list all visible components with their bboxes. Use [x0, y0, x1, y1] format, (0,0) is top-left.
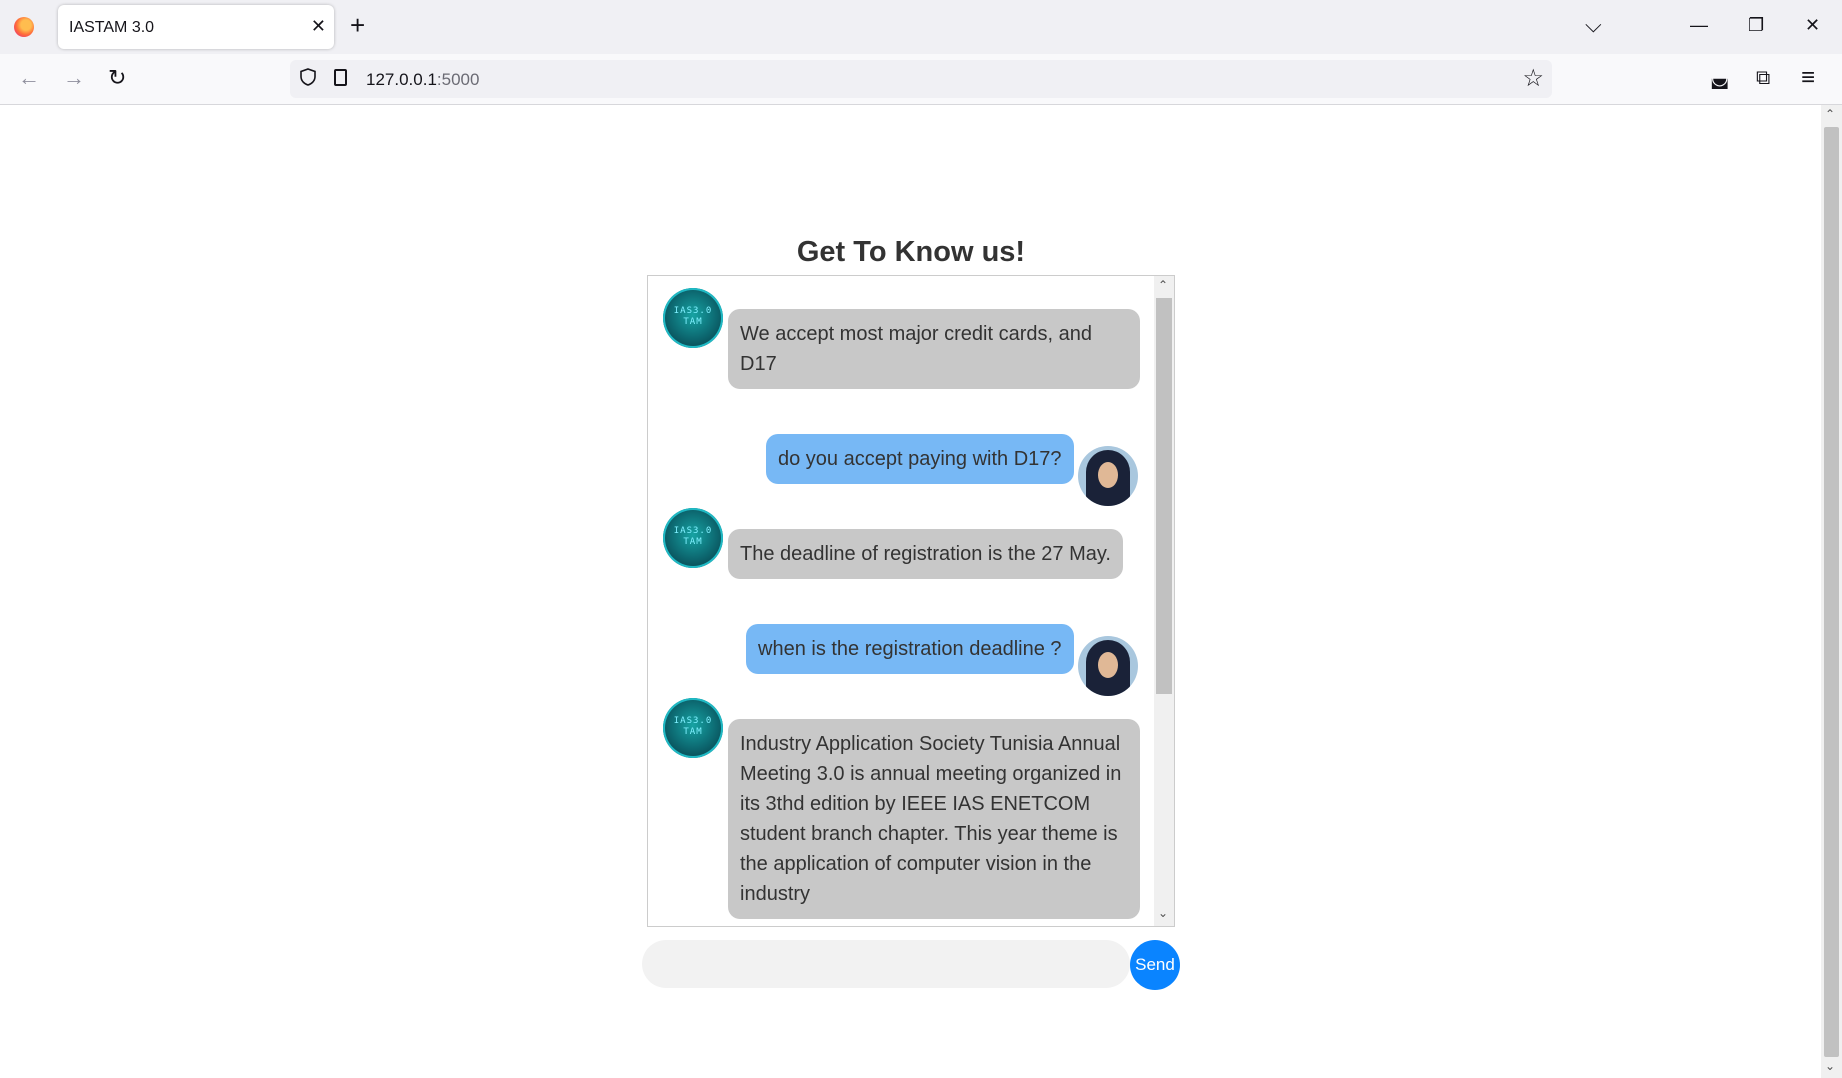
tab-title: IASTAM 3.0 — [69, 19, 155, 36]
bot-avatar: IAS3.0 TAM — [663, 288, 723, 348]
url-host: 127.0.0.1 — [366, 70, 437, 89]
reload-button[interactable]: ↻ — [108, 64, 126, 92]
bookmark-star-icon[interactable]: ☆ — [1522, 65, 1544, 93]
page-scrollbar[interactable]: ⌃ ⌄ — [1821, 105, 1842, 1078]
bot-logo-text: IAS3.0 TAM — [673, 716, 713, 737]
scroll-down-arrow-icon[interactable]: ⌄ — [1825, 1059, 1835, 1073]
pocket-icon[interactable]: ◛ — [1710, 64, 1729, 92]
chat-scroll-up-icon[interactable]: ⌃ — [1158, 278, 1168, 292]
bot-message: The deadline of registration is the 27 M… — [728, 529, 1123, 579]
bot-avatar: IAS3.0 TAM — [663, 698, 723, 758]
url-text[interactable]: 127.0.0.1:5000 — [366, 70, 479, 90]
page-title: Get To Know us! — [796, 236, 1026, 268]
chat-scroll-down-icon[interactable]: ⌄ — [1158, 906, 1168, 920]
forward-button[interactable]: → — [63, 64, 85, 92]
list-all-tabs-icon[interactable]: ⌵ — [1585, 12, 1602, 38]
url-port: :5000 — [436, 70, 480, 89]
bot-message: We accept most major credit cards, and D… — [728, 309, 1140, 389]
message-input[interactable] — [642, 940, 1130, 988]
user-message: when is the registration deadline ? — [746, 624, 1074, 674]
bot-logo-text: IAS3.0 TAM — [673, 526, 713, 547]
tab-close-icon[interactable]: ✕ — [311, 15, 326, 37]
back-button[interactable]: ← — [18, 64, 40, 92]
firefox-icon — [14, 17, 34, 37]
menu-icon[interactable]: ≡ — [1801, 64, 1815, 92]
bot-avatar: IAS3.0 TAM — [663, 508, 723, 568]
user-avatar — [1078, 636, 1138, 696]
bot-logo-text: IAS3.0 TAM — [673, 306, 713, 327]
restore-button[interactable]: ❐ — [1748, 12, 1764, 38]
message-input-row: Send — [642, 940, 1182, 992]
user-message: do you accept paying with D17? — [766, 434, 1074, 484]
shield-icon[interactable] — [300, 68, 316, 86]
user-avatar — [1078, 446, 1138, 506]
minimize-button[interactable]: — — [1690, 12, 1708, 38]
chat-box[interactable]: IAS3.0 TAM We accept most major credit ca… — [647, 275, 1175, 927]
browser-tab-bar: IASTAM 3.0 ✕ + ⌵ — ❐ ✕ — [0, 0, 1842, 54]
new-tab-button[interactable]: + — [350, 10, 365, 40]
bot-message: Industry Application Society Tunisia Ann… — [728, 719, 1140, 919]
url-bar[interactable]: 127.0.0.1:5000 ☆ — [290, 60, 1552, 98]
chat-scrollbar-thumb[interactable] — [1156, 298, 1172, 694]
send-button[interactable]: Send — [1130, 940, 1180, 990]
tab-iastam[interactable]: IASTAM 3.0 ✕ — [58, 5, 334, 49]
scroll-up-arrow-icon[interactable]: ⌃ — [1825, 107, 1835, 121]
page-scrollbar-thumb[interactable] — [1824, 127, 1839, 1057]
extensions-icon[interactable]: ⧉ — [1756, 64, 1770, 92]
page-info-icon[interactable] — [334, 69, 347, 86]
close-window-button[interactable]: ✕ — [1805, 12, 1820, 38]
browser-nav-bar: ← → ↻ 127.0.0.1:5000 ☆ ◛ ⧉ ≡ — [0, 54, 1842, 105]
chat-scrollbar[interactable]: ⌃ ⌄ — [1154, 276, 1174, 926]
